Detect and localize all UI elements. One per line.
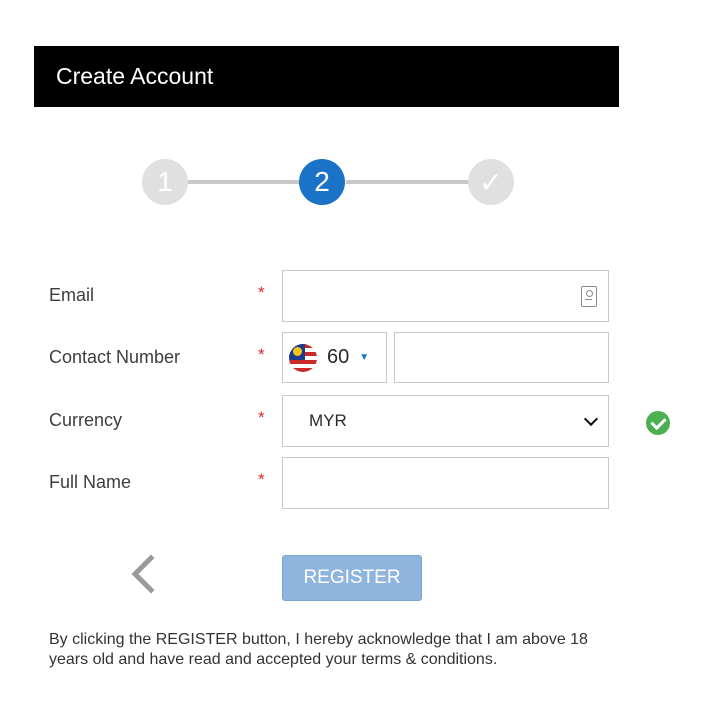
step-1: 1: [142, 159, 188, 205]
currency-selected-value: MYR: [309, 411, 347, 430]
step-2-active: 2: [299, 159, 345, 205]
required-marker: *: [258, 470, 265, 489]
caret-down-icon: ▼: [359, 352, 370, 363]
contact-number-input[interactable]: [394, 332, 609, 383]
full-name-label: Full Name: [49, 472, 132, 492]
contact-number-label: Contact Number: [49, 347, 181, 367]
required-marker: *: [258, 345, 265, 364]
stepper-connector: [346, 180, 470, 184]
terms-disclaimer: By clicking the REGISTER button, I hereb…: [49, 631, 588, 668]
contact-card-icon[interactable]: [581, 286, 597, 307]
currency-select[interactable]: MYR: [282, 395, 609, 447]
create-account-page: Create Account 1 2 ✓ Email * Contact Num…: [0, 0, 722, 716]
country-code-select[interactable]: 60 ▼: [282, 332, 387, 383]
chevron-down-icon: [583, 411, 599, 427]
malaysia-flag-icon: [289, 343, 317, 372]
progress-stepper: 1 2 ✓: [142, 157, 514, 207]
full-name-input[interactable]: [282, 457, 609, 509]
stepper-connector: [188, 180, 300, 184]
page-header: Create Account: [34, 46, 619, 107]
register-button[interactable]: REGISTER: [282, 555, 422, 601]
email-field[interactable]: [282, 270, 609, 322]
required-marker: *: [258, 283, 265, 302]
chevron-left-icon[interactable]: [127, 554, 163, 594]
step-complete-checkmark-icon: ✓: [468, 159, 514, 205]
currency-label: Currency: [49, 410, 123, 430]
required-marker: *: [258, 408, 265, 427]
page-title: Create Account: [56, 63, 214, 89]
email-label: Email: [49, 285, 95, 305]
check-circle-icon: [646, 411, 670, 435]
country-code-value: 60: [327, 346, 350, 368]
